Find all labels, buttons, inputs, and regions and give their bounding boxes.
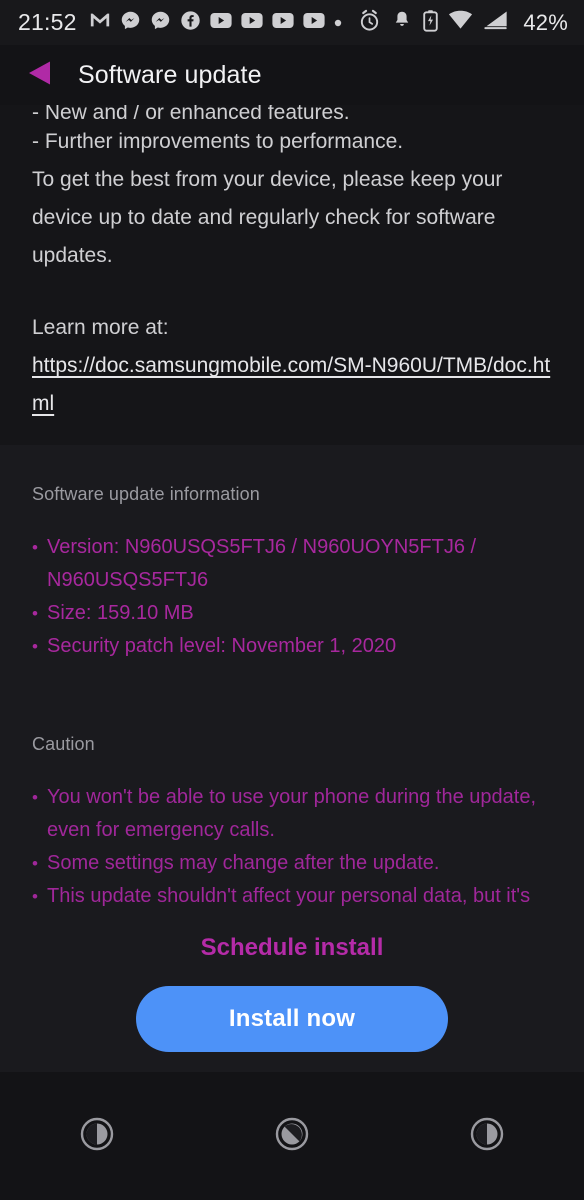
wifi-icon (448, 10, 473, 35)
status-bar-system-icons: 42% (358, 9, 568, 37)
system-navigation-bar (0, 1072, 584, 1200)
circle-half-right-icon (468, 1115, 506, 1158)
page-title: Software update (78, 60, 262, 89)
facebook-icon (180, 10, 201, 36)
status-bar-notification-icons (89, 9, 359, 36)
more-notifications-dot-icon (334, 14, 342, 32)
learn-more-label: Learn more at: (32, 316, 169, 339)
update-info-section: Software update information Version: N96… (0, 445, 584, 946)
doc-url-link[interactable]: https://doc.samsungmobile.com/SM-N960U/T… (32, 354, 550, 415)
update-info-list: Version: N960USQS5FTJ6 / N960UOYN5FTJ6 /… (32, 531, 552, 663)
list-item: Size: 159.10 MB (32, 597, 552, 630)
battery-charging-icon (423, 9, 439, 37)
youtube-icon (302, 12, 325, 34)
gmail-icon (89, 9, 111, 36)
clipped-feature-line-wrapper: - New and / or enhanced features. (32, 105, 552, 123)
caution-heading: Caution (32, 734, 95, 754)
youtube-icon (209, 12, 232, 34)
list-item: Version: N960USQS5FTJ6 / N960UOYN5FTJ6 /… (32, 531, 552, 597)
back-triangle-icon (26, 59, 52, 92)
battery-percent-label: 42% (523, 9, 568, 35)
messenger-icon (120, 10, 141, 36)
alarm-icon (358, 9, 381, 37)
youtube-icon (271, 12, 294, 34)
back-button[interactable] (22, 58, 56, 92)
phone-screen: 21:52 42% Software update - New and / or… (0, 0, 584, 1200)
list-item: Some settings may change after the updat… (32, 847, 552, 880)
circle-diagonal-icon (273, 1115, 311, 1158)
status-bar-clock: 21:52 (18, 9, 77, 35)
clipped-feature-line: - New and / or enhanced features. (32, 105, 350, 123)
messenger-icon (150, 10, 171, 36)
recents-button[interactable] (0, 1072, 195, 1200)
app-bar: Software update (0, 45, 584, 105)
home-button[interactable] (195, 1072, 390, 1200)
action-buttons-area: Schedule install Install now (0, 920, 584, 1072)
schedule-install-button[interactable]: Schedule install (0, 920, 584, 972)
release-notes-section: - New and / or enhanced features. - Furt… (0, 105, 584, 445)
update-info-heading: Software update information (32, 484, 260, 504)
install-now-button[interactable]: Install now (136, 986, 448, 1052)
youtube-icon (240, 12, 263, 34)
list-item: Security patch level: November 1, 2020 (32, 630, 552, 663)
back-button[interactable] (389, 1072, 584, 1200)
feature-line-performance: - Further improvements to performance. (32, 130, 404, 153)
notification-bell-icon (391, 9, 413, 36)
status-bar: 21:52 42% (0, 0, 584, 45)
signal-icon (483, 10, 508, 35)
list-item: You won't be able to use your phone duri… (32, 781, 552, 847)
circle-half-right-icon (78, 1115, 116, 1158)
keep-updated-paragraph: To get the best from your device, please… (32, 168, 503, 267)
learn-more-link-wrapper: https://doc.samsungmobile.com/SM-N960U/T… (32, 347, 552, 423)
